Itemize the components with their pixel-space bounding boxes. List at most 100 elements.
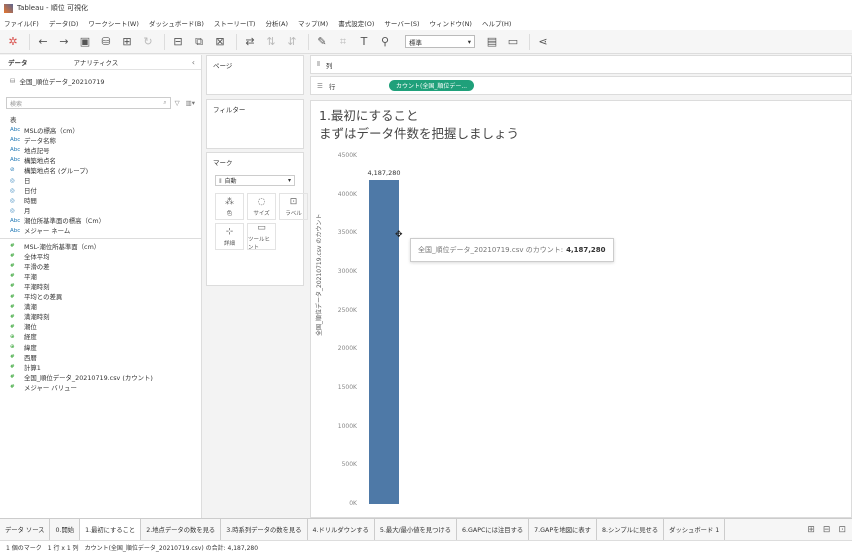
menu-item[interactable]: ストーリー(T) bbox=[210, 18, 262, 28]
swap-icon[interactable]: ⇄ bbox=[241, 33, 259, 51]
sheet-tab[interactable]: 5.最大/最小値を見つける bbox=[375, 519, 457, 540]
field-item[interactable]: # 全体平均 bbox=[10, 251, 201, 261]
tab-analytics[interactable]: アナリティクス bbox=[66, 57, 127, 67]
view-options-icon[interactable]: ▥▾ bbox=[186, 99, 195, 107]
field-item[interactable]: ◎ 時間 bbox=[10, 196, 201, 206]
show-cards-icon[interactable]: ▤ bbox=[483, 33, 501, 51]
menu-item[interactable]: サーバー(S) bbox=[380, 18, 425, 28]
menu-item[interactable]: 書式設定(O) bbox=[334, 18, 380, 28]
show-labels-icon[interactable]: T bbox=[355, 33, 373, 51]
field-item[interactable]: ⊕ 経度 bbox=[10, 332, 201, 342]
mark-button[interactable]: ◌ サイズ bbox=[247, 193, 276, 220]
refresh-icon[interactable]: ↻ bbox=[139, 33, 157, 51]
field-search-input[interactable]: 検索 ⌕ bbox=[6, 97, 171, 109]
field-item[interactable]: # 平潮 bbox=[10, 271, 201, 281]
sort-descending-icon[interactable]: ⇵ bbox=[283, 33, 301, 51]
field-name: 満潮時刻 bbox=[24, 313, 50, 322]
fit-select[interactable]: 標準 ▾ bbox=[405, 35, 475, 48]
mark-type-select[interactable]: ⫴ 自動 ▾ bbox=[215, 175, 295, 186]
sheet-tab[interactable]: 6.GAPCには注目する bbox=[457, 519, 530, 540]
field-item[interactable]: ◎ 日 bbox=[10, 175, 201, 185]
sort-ascending-icon[interactable]: ⇅ bbox=[262, 33, 280, 51]
new-worksheet-icon[interactable]: ⊟ bbox=[169, 33, 187, 51]
field-item[interactable]: # 平潮時刻 bbox=[10, 281, 201, 291]
new-dashboard-tab-icon[interactable]: ⊟ bbox=[823, 525, 831, 535]
columns-shelf[interactable]: ⦀ 列 bbox=[310, 55, 852, 74]
group-icon[interactable]: ⌗ bbox=[334, 33, 352, 51]
sheet-tab[interactable]: 3.時系列データの数を見る bbox=[221, 519, 308, 540]
new-sheet-icon[interactable]: ⊞ bbox=[118, 33, 136, 51]
clear-icon[interactable]: ⊠ bbox=[211, 33, 229, 51]
highlight-icon[interactable]: ✎ bbox=[313, 33, 331, 51]
rows-shelf[interactable]: ☰ 行 カウント(全国_順位デー... bbox=[310, 76, 852, 95]
duplicate-icon[interactable]: ⧉ bbox=[190, 33, 208, 51]
pages-card[interactable]: ページ bbox=[206, 55, 304, 95]
title-bar: Tableau - 順位 可視化 bbox=[0, 0, 852, 16]
field-item[interactable]: # MSL-潮位所基準面（cm） bbox=[10, 241, 201, 251]
mark-button-label: ツールヒント bbox=[248, 236, 271, 251]
collapse-icon[interactable]: ‹ bbox=[192, 58, 195, 67]
tableau-home-icon[interactable]: ✲ bbox=[4, 33, 22, 51]
menu-item[interactable]: データ(D) bbox=[45, 18, 85, 28]
menu-item[interactable]: ウィンドウ(N) bbox=[426, 18, 478, 28]
pin-icon[interactable]: ⚲ bbox=[376, 33, 394, 51]
share-icon[interactable]: ⋖ bbox=[534, 33, 552, 51]
field-item[interactable]: # 満潮時刻 bbox=[10, 312, 201, 322]
measures-list: # MSL-潮位所基準面（cm） # 全体平均 # 平滑の差 # 平潮 # 平潮時刻 # 平均との差異… bbox=[0, 241, 201, 392]
tab-data[interactable]: データ bbox=[0, 57, 36, 67]
bar[interactable] bbox=[369, 180, 399, 504]
field-type-icon: # bbox=[10, 293, 15, 300]
field-item[interactable]: ◎ 月 bbox=[10, 206, 201, 216]
menu-item[interactable]: ダッシュボード(B) bbox=[145, 18, 210, 28]
field-item[interactable]: Abc 構築地点名 bbox=[10, 155, 201, 165]
field-name: メジャー ネーム bbox=[24, 227, 71, 236]
mark-button[interactable]: ⊹ 詳細 bbox=[215, 223, 244, 250]
field-item[interactable]: # 満潮 bbox=[10, 302, 201, 312]
menu-item[interactable]: ワークシート(W) bbox=[84, 18, 145, 28]
field-item[interactable]: Abc データ名称 bbox=[10, 135, 201, 145]
menu-item[interactable]: ファイル(F) bbox=[0, 18, 45, 28]
rows-label: 行 bbox=[328, 82, 336, 91]
presentation-icon[interactable]: ▭ bbox=[504, 33, 522, 51]
mark-button[interactable]: ▭ ツールヒント bbox=[247, 223, 276, 251]
field-item[interactable]: # 計算1 bbox=[10, 362, 201, 372]
field-item[interactable]: # 平均との差異 bbox=[10, 292, 201, 302]
menu-item[interactable]: ヘルプ(H) bbox=[478, 18, 517, 28]
table-header: 表 bbox=[10, 116, 17, 124]
mark-button[interactable]: ⊡ ラベル bbox=[279, 193, 308, 220]
field-item[interactable]: # 全国_順位データ_20210719.csv (カウント) bbox=[10, 372, 201, 382]
mark-button[interactable]: ⁂ 色 bbox=[215, 193, 244, 220]
field-item[interactable]: # 西暦 bbox=[10, 352, 201, 362]
field-item[interactable]: Abc 地点記号 bbox=[10, 145, 201, 155]
sheet-tab[interactable]: 4.ドリルダウンする bbox=[308, 519, 375, 540]
field-item[interactable]: Abc メジャー ネーム bbox=[10, 226, 201, 236]
field-item[interactable]: # メジャー バリュー bbox=[10, 382, 201, 392]
field-item[interactable]: ⊕ 緯度 bbox=[10, 342, 201, 352]
save-icon[interactable]: ▣ bbox=[76, 33, 94, 51]
field-item[interactable]: ⊘ 構築地点名 (グループ) bbox=[10, 165, 201, 175]
field-item[interactable]: Abc 潮位所基準面の標高（Cm） bbox=[10, 216, 201, 226]
menu-item[interactable]: 分析(A) bbox=[261, 18, 294, 28]
new-data-source-icon[interactable]: ⛁ bbox=[97, 33, 115, 51]
sheet-tab[interactable]: 2.地点データの数を見る bbox=[141, 519, 222, 540]
filters-card[interactable]: フィルター bbox=[206, 99, 304, 149]
sheet-tab[interactable]: 8.シンプルに見せる bbox=[597, 519, 665, 540]
data-source-tab[interactable]: データ ソース bbox=[0, 519, 51, 540]
sheet-tab[interactable]: ダッシュボード 1 bbox=[664, 519, 726, 540]
sheet-tab[interactable]: 0.開始 bbox=[50, 519, 81, 540]
new-worksheet-tab-icon[interactable]: ⊞ bbox=[807, 525, 815, 535]
field-name: 時間 bbox=[24, 197, 37, 206]
redo-icon[interactable]: → bbox=[55, 33, 73, 51]
new-story-tab-icon[interactable]: ⊡ bbox=[838, 525, 846, 535]
sheet-tab[interactable]: 1.最初にすること bbox=[80, 519, 142, 540]
undo-icon[interactable]: ← bbox=[34, 33, 52, 51]
field-item[interactable]: # 潮位 bbox=[10, 322, 201, 332]
data-source-item[interactable]: ⛁ 全国_順位データ_20210719 bbox=[0, 70, 201, 92]
sheet-tab[interactable]: 7.GAPを地図に表す bbox=[529, 519, 597, 540]
menu-item[interactable]: マップ(M) bbox=[294, 18, 334, 28]
field-item[interactable]: ◎ 日付 bbox=[10, 186, 201, 196]
rows-pill[interactable]: カウント(全国_順位デー... bbox=[389, 80, 475, 91]
field-item[interactable]: Abc MSLの標高（cm） bbox=[10, 125, 201, 135]
field-item[interactable]: # 平滑の差 bbox=[10, 261, 201, 271]
filter-icon[interactable]: ▽ bbox=[175, 99, 180, 107]
